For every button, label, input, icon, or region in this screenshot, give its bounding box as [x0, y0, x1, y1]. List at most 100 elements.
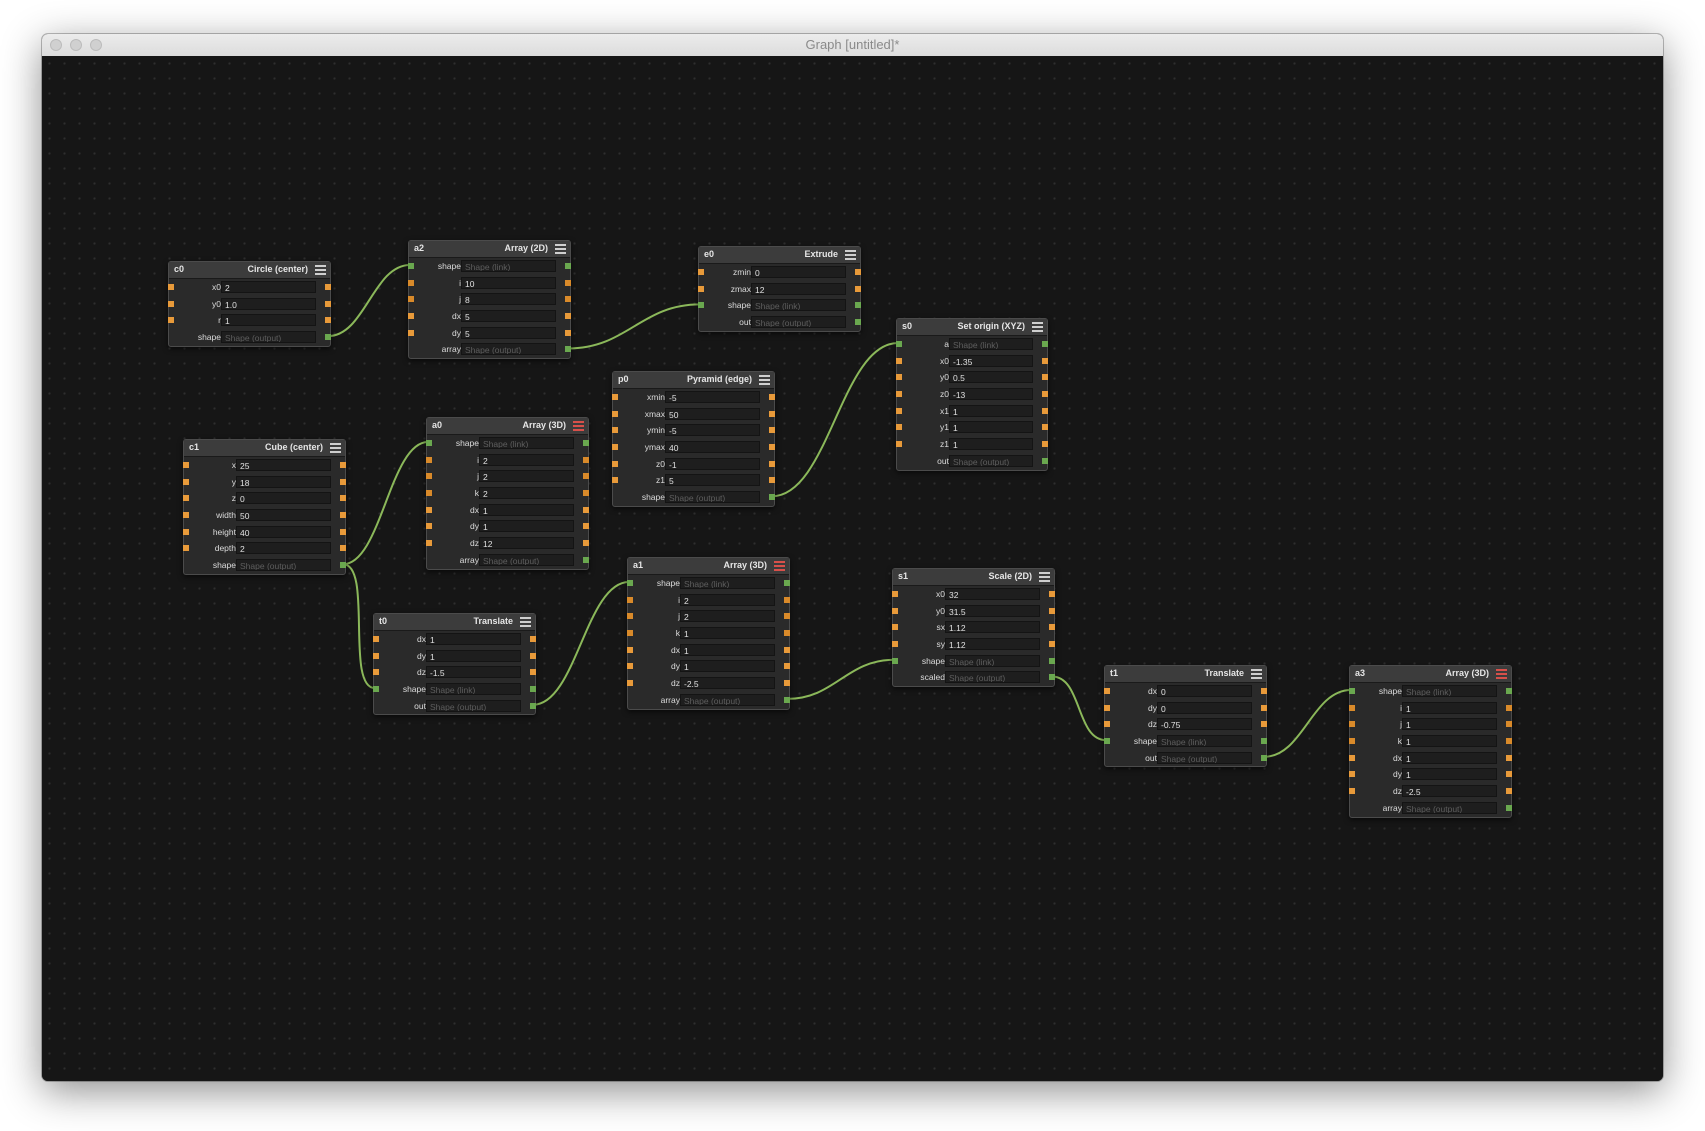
param-value-field[interactable]: 1	[949, 421, 1033, 434]
node-c1[interactable]: c1 Cube (center) x 25 y 18 z 0 width 50 height 40 de…	[183, 439, 346, 575]
param-value-field[interactable]: -1.5	[426, 666, 521, 679]
node-header[interactable]: t1 Translate	[1105, 666, 1266, 683]
output-port[interactable]	[340, 545, 346, 552]
input-port[interactable]	[612, 444, 618, 451]
input-port[interactable]	[426, 490, 432, 497]
node-menu-icon[interactable]	[520, 617, 531, 627]
input-port[interactable]	[168, 284, 174, 290]
output-port[interactable]	[340, 478, 346, 485]
output-port[interactable]	[1506, 738, 1512, 745]
input-port[interactable]	[408, 329, 414, 336]
node-c0[interactable]: c0 Circle (center) x0 2 y0 1.0 r 1 shape Shape (o…	[168, 261, 331, 347]
node-menu-icon[interactable]	[774, 561, 785, 571]
param-value-field[interactable]: 1	[1402, 735, 1497, 748]
input-port[interactable]	[426, 456, 432, 463]
output-port[interactable]	[583, 456, 589, 463]
node-header[interactable]: c0 Circle (center)	[169, 262, 330, 279]
output-port[interactable]	[565, 296, 571, 303]
param-value-field[interactable]: 40	[236, 525, 331, 538]
param-value-field[interactable]: 0.5	[949, 371, 1033, 384]
node-a1[interactable]: a1Array (3D)shapeShape (link)i2j2k1dx1dy…	[627, 557, 790, 710]
output-port[interactable]	[530, 652, 536, 659]
output-port[interactable]	[1261, 704, 1267, 711]
input-port[interactable]	[896, 357, 902, 364]
input-port[interactable]	[612, 460, 618, 467]
input-port[interactable]	[698, 269, 704, 275]
output-port[interactable]	[583, 473, 589, 480]
output-port[interactable]	[325, 300, 331, 307]
input-port[interactable]	[612, 410, 618, 417]
node-menu-icon[interactable]	[330, 443, 341, 453]
input-port[interactable]	[1349, 688, 1355, 694]
param-value-field[interactable]: 2	[680, 593, 775, 606]
output-port[interactable]	[325, 317, 331, 324]
param-value-field[interactable]: 5	[461, 326, 556, 339]
output-port[interactable]	[855, 285, 861, 292]
param-value-field[interactable]: 2	[680, 610, 775, 623]
param-value-field[interactable]: 1	[680, 660, 775, 673]
node-header[interactable]: t0 Translate	[374, 614, 535, 631]
param-value-field[interactable]: 0	[1157, 685, 1252, 697]
wire-a2-to-e0[interactable]	[567, 303, 701, 350]
graph-canvas[interactable]: c0 Circle (center) x0 2 y0 1.0 r 1 shape Shape (o…	[42, 56, 1663, 1081]
input-port[interactable]	[896, 424, 902, 431]
output-port[interactable]	[1049, 674, 1055, 681]
output-port[interactable]	[1261, 738, 1267, 745]
output-port[interactable]	[1506, 754, 1512, 761]
input-port[interactable]	[168, 317, 174, 324]
input-port[interactable]	[1349, 788, 1355, 795]
input-port[interactable]	[627, 580, 633, 586]
param-value-field[interactable]: 1	[1402, 718, 1497, 731]
node-s0[interactable]: s0 Set origin (XYZ) a Shape (link) x0 -1.35 y0…	[896, 318, 1048, 471]
node-header[interactable]: a3 Array (3D)	[1350, 666, 1511, 683]
output-port[interactable]	[1042, 357, 1048, 364]
output-port[interactable]	[530, 702, 536, 709]
input-port[interactable]	[892, 607, 898, 614]
input-port[interactable]	[1349, 721, 1355, 728]
output-port[interactable]	[784, 630, 790, 637]
input-port[interactable]	[896, 407, 902, 414]
output-port[interactable]	[530, 636, 536, 642]
input-port[interactable]	[168, 300, 174, 307]
param-value-field[interactable]: -2.5	[680, 677, 775, 690]
node-menu-icon[interactable]	[315, 265, 326, 275]
param-value-field[interactable]: 5	[461, 310, 556, 323]
node-s1[interactable]: s1 Scale (2D) x0 32 y0 31.5 sx 1.12 sy 1.12 shape S…	[892, 568, 1055, 688]
input-port[interactable]	[1104, 704, 1110, 711]
param-value-field[interactable]: 32	[945, 588, 1040, 600]
output-port[interactable]	[565, 263, 571, 269]
output-port[interactable]	[1261, 688, 1267, 694]
output-port[interactable]	[1042, 407, 1048, 414]
input-port[interactable]	[426, 440, 432, 446]
input-port[interactable]	[698, 302, 704, 309]
param-value-field[interactable]: 1	[680, 643, 775, 656]
output-port[interactable]	[325, 334, 331, 341]
node-menu-icon[interactable]	[1496, 669, 1507, 679]
param-value-field[interactable]: 50	[665, 407, 760, 420]
node-header[interactable]: a2 Array (2D)	[409, 241, 570, 258]
param-value-field[interactable]: 1	[426, 633, 521, 645]
input-port[interactable]	[1349, 754, 1355, 761]
param-value-field[interactable]: 1	[479, 520, 574, 533]
node-a0[interactable]: a0Array (3D)shapeShape (link)i2j2k2dx1dy…	[426, 417, 589, 570]
input-port[interactable]	[183, 528, 189, 535]
wire-s1-to-t1[interactable]	[1051, 675, 1107, 742]
input-port[interactable]	[183, 478, 189, 485]
output-port[interactable]	[1506, 771, 1512, 778]
param-value-field[interactable]: 12	[751, 282, 846, 295]
input-port[interactable]	[1349, 771, 1355, 778]
output-port[interactable]	[784, 646, 790, 653]
input-port[interactable]	[183, 495, 189, 502]
input-port[interactable]	[612, 477, 618, 484]
param-value-field[interactable]: 1	[949, 438, 1033, 451]
input-port[interactable]	[373, 686, 379, 693]
output-port[interactable]	[1042, 341, 1048, 347]
wire-c1-to-a0[interactable]	[342, 441, 429, 566]
node-header[interactable]: a0 Array (3D)	[427, 418, 588, 435]
input-port[interactable]	[426, 540, 432, 547]
node-t0[interactable]: t0 Translate dx 1 dy 1 dz -1.5 shape Shape (link)…	[373, 613, 536, 716]
output-port[interactable]	[530, 669, 536, 676]
node-menu-icon[interactable]	[1251, 669, 1262, 679]
param-value-field[interactable]: 1	[1402, 768, 1497, 781]
output-port[interactable]	[1261, 754, 1267, 761]
